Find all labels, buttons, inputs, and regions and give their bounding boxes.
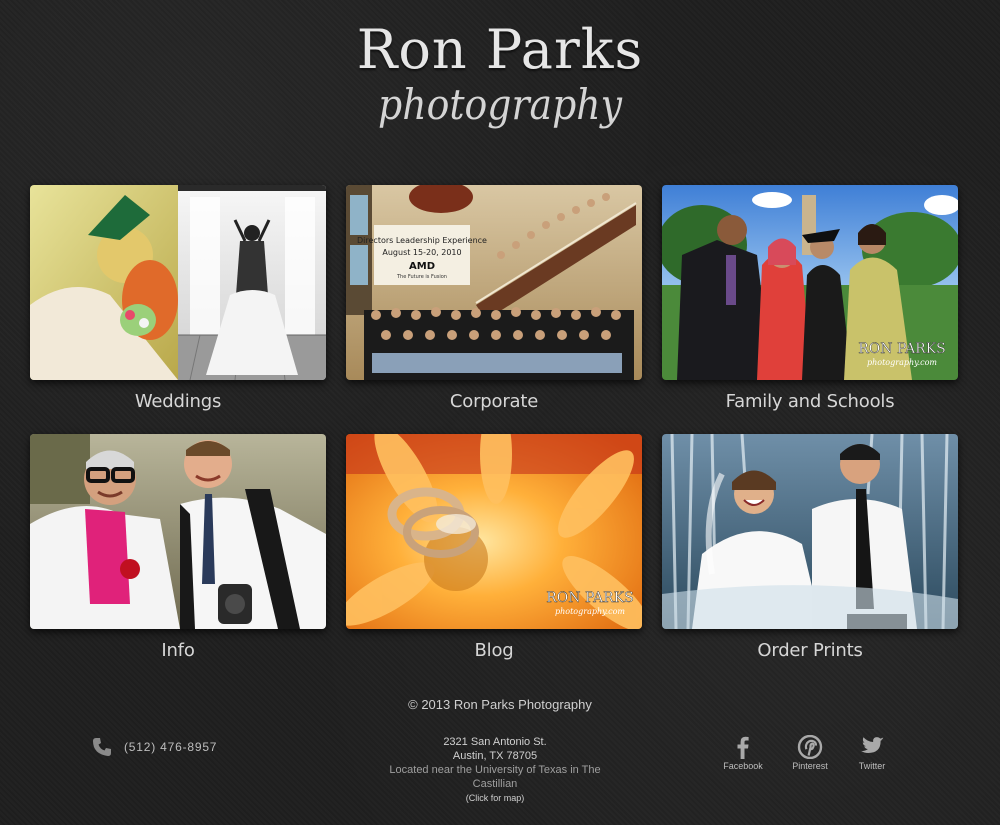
facebook-icon [737, 736, 749, 759]
tile-info[interactable] [30, 434, 326, 629]
address-line2: Austin, TX 78705 [452, 750, 538, 762]
phone-icon [93, 738, 111, 756]
logo-title: Ron Parks [356, 18, 644, 81]
tile-family-schools[interactable]: RON PARKS photography.com [662, 185, 958, 380]
map-link[interactable]: (Click for map) [370, 791, 620, 805]
phone-number: (512) 476-8957 [124, 740, 218, 754]
facebook-link[interactable]: Facebook [713, 735, 773, 771]
pinterest-label: Pinterest [792, 761, 828, 771]
wedding-rings-flower-photo: RON PARKS photography.com [346, 434, 642, 629]
address-line1: 2321 San Antonio St. [443, 736, 547, 748]
tile-corporate[interactable]: Directors Leadership Experience August 1… [346, 185, 642, 380]
corporate-banner-line2: August 15-20, 2010 [382, 248, 461, 257]
tile-label-info[interactable]: Info [30, 640, 326, 661]
portrait-photographer-photo [30, 434, 326, 629]
copyright-text: © 2013 Ron Parks Photography [408, 697, 592, 712]
tile-label-corporate[interactable]: Corporate [346, 391, 642, 412]
watermark-subtitle: photography.com [867, 358, 937, 367]
pinterest-link[interactable]: Pinterest [780, 735, 840, 771]
tile-label-blog[interactable]: Blog [346, 640, 642, 661]
tile-label-order-prints[interactable]: Order Prints [662, 640, 958, 661]
corporate-banner-brand: AMD [409, 261, 435, 272]
wedding-bride-photos [30, 185, 326, 380]
watermark-title-blog: RON PARKS [546, 590, 634, 606]
pinterest-icon [797, 735, 823, 759]
twitter-link[interactable]: Twitter [842, 735, 902, 771]
tile-label-weddings[interactable]: Weddings [30, 391, 326, 412]
phone-contact[interactable]: (512) 476-8957 [92, 737, 217, 757]
corporate-group-photo: Directors Leadership Experience August 1… [346, 185, 642, 380]
logo-subtitle: photography [378, 80, 622, 129]
corporate-banner-line1: Directors Leadership Experience [357, 236, 487, 245]
graduation-family-photo: RON PARKS photography.com [662, 185, 958, 380]
address-block: 2321 San Antonio St. Austin, TX 78705 Lo… [370, 735, 620, 805]
facebook-label: Facebook [723, 761, 763, 771]
tile-weddings[interactable] [30, 185, 326, 380]
tile-blog[interactable]: RON PARKS photography.com [346, 434, 642, 629]
site-logo[interactable]: Ron Parks photography [0, 20, 1000, 128]
address-near: Located near the University of Texas in … [389, 764, 601, 790]
corporate-banner-tagline: The Future is Fusion [396, 274, 447, 280]
tile-label-family-schools[interactable]: Family and Schools [662, 391, 958, 412]
watermark-subtitle-blog: photography.com [555, 607, 625, 616]
watermark-title: RON PARKS [858, 341, 946, 357]
bride-groom-fountain-photo [662, 434, 958, 629]
twitter-label: Twitter [858, 761, 886, 771]
tile-order-prints[interactable] [662, 434, 958, 629]
twitter-icon [861, 737, 884, 753]
